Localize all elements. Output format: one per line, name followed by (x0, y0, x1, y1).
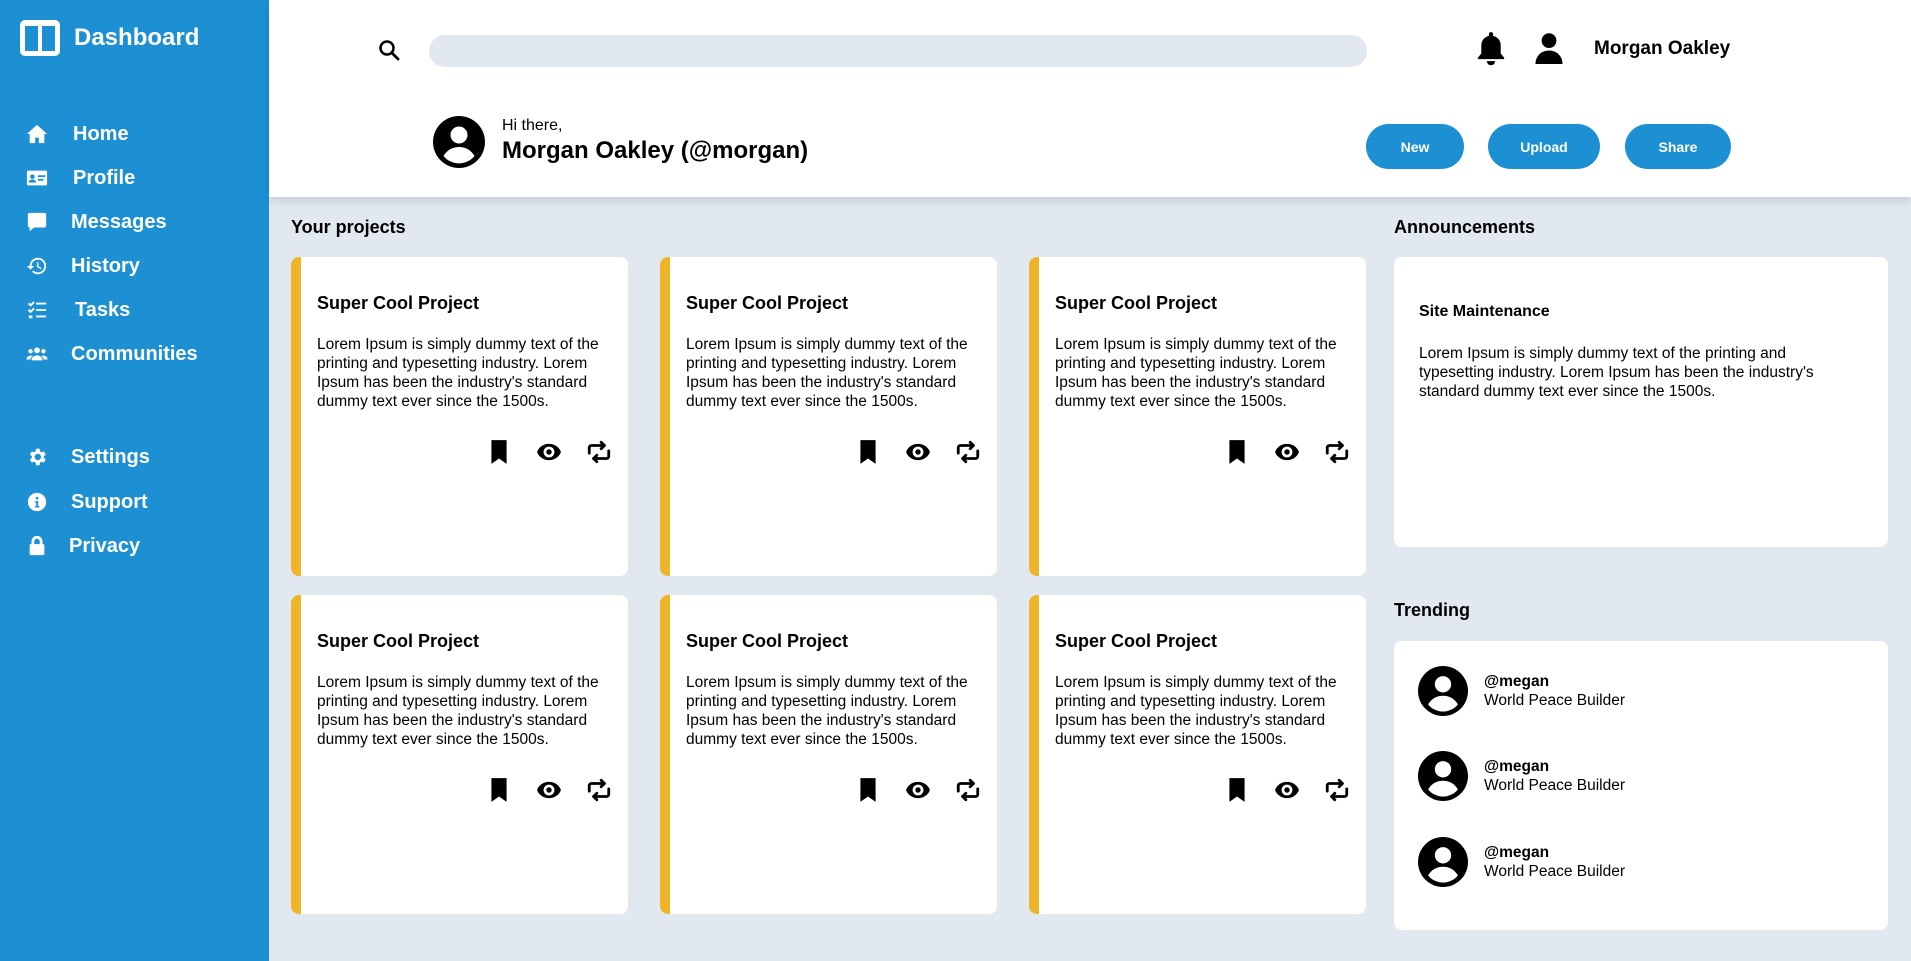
trending-description: World Peace Builder (1484, 776, 1626, 794)
sidebar-item-label: Home (73, 122, 129, 145)
announcement-text: Lorem Ipsum is simply dummy text of the … (1419, 345, 1814, 400)
trending-handle: @megan (1484, 843, 1550, 861)
projects-section-title: Your projects (291, 217, 406, 237)
bookmark-icon[interactable] (1222, 775, 1252, 805)
task-list-icon (25, 298, 49, 322)
project-description: Lorem Ipsum is simply dummy text of the … (1055, 674, 1337, 748)
announcement-card: Site Maintenance Lorem Ipsum is simply d… (1394, 257, 1888, 547)
new-button[interactable]: New (1366, 124, 1464, 169)
home-icon (25, 122, 49, 146)
retweet-icon[interactable] (584, 775, 614, 805)
bookmark-icon[interactable] (1222, 437, 1252, 467)
sidebar-item-label: Settings (71, 445, 150, 468)
trending-section-title: Trending (1394, 600, 1470, 620)
sidebar-item-label: Profile (73, 166, 136, 189)
sidebar-item-settings[interactable]: Settings (25, 445, 150, 469)
project-title: Super Cool Project (686, 631, 849, 651)
announcement-title: Site Maintenance (1419, 303, 1550, 320)
sidebar-item-messages[interactable]: Messages (25, 210, 167, 234)
trending-handle: @megan (1484, 672, 1550, 690)
lock-icon (25, 534, 49, 558)
project-description: Lorem Ipsum is simply dummy text of the … (1055, 336, 1337, 410)
eye-icon[interactable] (903, 775, 933, 805)
sidebar-item-history[interactable]: History (25, 254, 140, 278)
sidebar-item-label: Support (71, 490, 148, 513)
bookmark-icon[interactable] (484, 437, 514, 467)
sidebar-item-profile[interactable]: Profile (25, 166, 135, 190)
info-icon (25, 490, 49, 514)
eye-icon[interactable] (534, 437, 564, 467)
bell-icon[interactable] (1474, 30, 1508, 66)
project-title: Super Cool Project (686, 293, 849, 313)
eye-icon[interactable] (534, 775, 564, 805)
history-icon (25, 254, 49, 278)
avatar (433, 116, 485, 168)
sidebar-item-privacy[interactable]: Privacy (25, 534, 140, 558)
retweet-icon[interactable] (953, 775, 983, 805)
id-card-icon (25, 166, 49, 190)
sidebar-item-support[interactable]: Support (25, 490, 148, 514)
sidebar-item-home[interactable]: Home (25, 122, 129, 146)
eye-icon[interactable] (903, 437, 933, 467)
sidebar-item-label: History (71, 254, 140, 277)
project-card[interactable]: Super Cool Project Lorem Ipsum is simply… (291, 595, 628, 914)
sidebar-item-label: Communities (71, 342, 198, 365)
project-title: Super Cool Project (1055, 293, 1218, 313)
gear-icon (25, 445, 49, 469)
project-description: Lorem Ipsum is simply dummy text of the … (317, 336, 599, 410)
header-username[interactable]: Morgan Oakley (1594, 38, 1730, 60)
share-button[interactable]: Share (1625, 124, 1731, 169)
avatar (1418, 666, 1468, 716)
trending-card: @megan World Peace Builder @megan World … (1394, 641, 1888, 930)
sidebar: Dashboard Home Profile Messages History … (0, 0, 269, 961)
project-description: Lorem Ipsum is simply dummy text of the … (686, 336, 968, 410)
brand[interactable]: Dashboard (20, 20, 199, 56)
project-card[interactable]: Super Cool Project Lorem Ipsum is simply… (660, 595, 997, 914)
sidebar-item-tasks[interactable]: Tasks (25, 298, 130, 322)
announcements-section-title: Announcements (1394, 217, 1536, 237)
retweet-icon[interactable] (1322, 775, 1352, 805)
eye-icon[interactable] (1272, 775, 1302, 805)
app-title: Dashboard (74, 24, 200, 51)
retweet-icon[interactable] (584, 437, 614, 467)
project-title: Super Cool Project (1055, 631, 1218, 651)
users-icon (25, 342, 49, 366)
sidebar-item-label: Messages (71, 210, 167, 233)
trending-item[interactable]: @megan World Peace Builder (1418, 837, 1625, 887)
sidebar-item-label: Privacy (69, 534, 141, 557)
avatar (1418, 751, 1468, 801)
user-fullname: Morgan Oakley (@morgan) (502, 137, 809, 164)
search-icon[interactable] (377, 38, 401, 62)
project-card[interactable]: Super Cool Project Lorem Ipsum is simply… (1029, 257, 1366, 576)
trending-item[interactable]: @megan World Peace Builder (1418, 751, 1625, 801)
search-input[interactable] (429, 35, 1367, 67)
dashboard-logo-icon (20, 20, 60, 56)
bookmark-icon[interactable] (484, 775, 514, 805)
user-icon[interactable] (1534, 32, 1564, 64)
trending-handle: @megan (1484, 757, 1550, 775)
sidebar-item-communities[interactable]: Communities (25, 342, 198, 366)
project-description: Lorem Ipsum is simply dummy text of the … (317, 674, 599, 748)
chat-bubble-icon (25, 210, 49, 234)
bookmark-icon[interactable] (853, 437, 883, 467)
retweet-icon[interactable] (953, 437, 983, 467)
avatar (1418, 837, 1468, 887)
project-title: Super Cool Project (317, 293, 480, 313)
trending-item[interactable]: @megan World Peace Builder (1418, 666, 1625, 716)
trending-description: World Peace Builder (1484, 691, 1626, 709)
project-card[interactable]: Super Cool Project Lorem Ipsum is simply… (660, 257, 997, 576)
retweet-icon[interactable] (1322, 437, 1352, 467)
header: Morgan Oakley Hi there, Morgan Oakley (@… (269, 0, 1911, 197)
project-card[interactable]: Super Cool Project Lorem Ipsum is simply… (291, 257, 628, 576)
bookmark-icon[interactable] (853, 775, 883, 805)
trending-description: World Peace Builder (1484, 862, 1626, 880)
eye-icon[interactable] (1272, 437, 1302, 467)
project-description: Lorem Ipsum is simply dummy text of the … (686, 674, 968, 748)
sidebar-item-label: Tasks (75, 298, 131, 321)
upload-button[interactable]: Upload (1488, 124, 1600, 169)
greeting-text: Hi there, (502, 117, 563, 134)
project-title: Super Cool Project (317, 631, 480, 651)
project-card[interactable]: Super Cool Project Lorem Ipsum is simply… (1029, 595, 1366, 914)
